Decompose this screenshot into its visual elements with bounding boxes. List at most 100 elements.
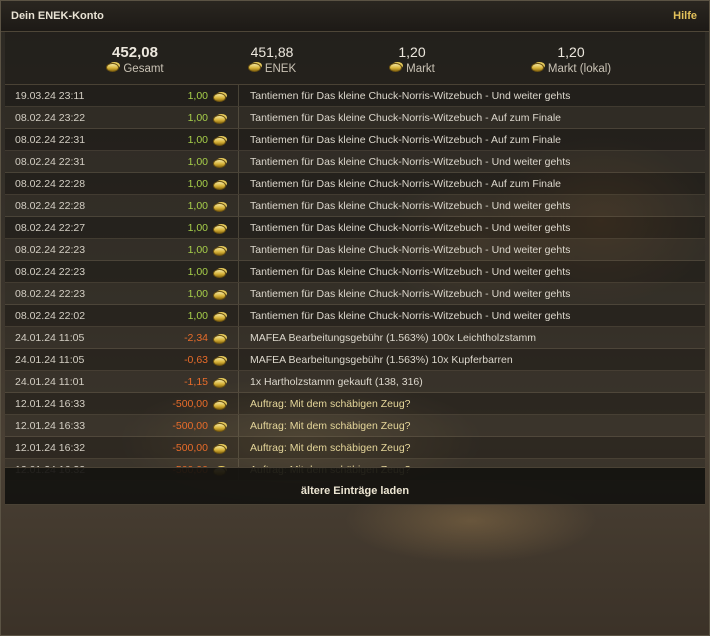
transaction-row: 24.01.24 11:05 -0,63 MAFEA Bearbeitungsgeb… <box>5 349 705 371</box>
transaction-row: 08.02.24 22:23 1,00 Tantiemen für Das klei… <box>5 239 705 261</box>
column-divider <box>238 107 239 128</box>
coin-icon-wrap <box>213 222 230 240</box>
transaction-row: 12.01.24 16:32 -500,00 Auftrag: Mit dem sc… <box>5 437 705 459</box>
transaction-date: 08.02.24 22:23 <box>15 244 86 256</box>
summary-total-label: Gesamt <box>123 63 164 75</box>
transaction-date: 24.01.24 11:05 <box>15 354 85 366</box>
transaction-description: Tantiemen für Das kleine Chuck-Norris-Wi… <box>250 222 571 234</box>
transaction-date: 08.02.24 22:28 <box>15 200 86 212</box>
transaction-date: 08.02.24 22:23 <box>15 288 86 300</box>
column-divider <box>238 85 239 106</box>
transaction-date: 12.01.24 16:33 <box>15 420 86 432</box>
coin-icon <box>213 335 226 345</box>
coin-icon-wrap <box>213 266 230 284</box>
transaction-row: 08.02.24 22:27 1,00 Tantiemen für Das klei… <box>5 217 705 239</box>
transaction-date: 12.01.24 16:33 <box>15 398 86 410</box>
coin-icon <box>213 423 226 433</box>
transaction-amount: 1,00 <box>187 112 208 124</box>
transaction-description: Tantiemen für Das kleine Chuck-Norris-Wi… <box>250 288 571 300</box>
load-older-entries-label: ältere Einträge laden <box>300 485 410 497</box>
transaction-description: Auftrag: Mit dem schäbigen Zeug? <box>250 398 411 410</box>
transaction-description: Tantiemen für Das kleine Chuck-Norris-Wi… <box>250 156 571 168</box>
transaction-amount: -2,34 <box>184 332 208 344</box>
transaction-amount: 1,00 <box>187 90 208 102</box>
transaction-description: MAFEA Bearbeitungsgebühr (1.563%) 10x Ku… <box>250 354 513 366</box>
coin-icon <box>530 63 544 73</box>
coin-icon <box>389 63 403 73</box>
transaction-row: 08.02.24 22:23 1,00 Tantiemen für Das klei… <box>5 283 705 305</box>
transaction-description: Tantiemen für Das kleine Chuck-Norris-Wi… <box>250 134 562 146</box>
column-divider <box>238 261 239 282</box>
column-divider <box>238 239 239 260</box>
coin-icon <box>213 137 226 147</box>
transaction-row: 08.02.24 22:28 1,00 Tantiemen für Das klei… <box>5 173 705 195</box>
transaction-list: 19.03.24 23:11 1,00 Tantiemen für Das klei… <box>5 85 705 481</box>
transaction-amount: 1,00 <box>187 178 208 190</box>
coin-icon-wrap <box>213 244 230 262</box>
transaction-row: 24.01.24 11:01 -1,15 1x Hartholzstamm geka… <box>5 371 705 393</box>
summary-market-local-value: 1,20 <box>557 44 585 60</box>
coin-icon-wrap <box>213 376 230 394</box>
coin-icon <box>213 445 226 455</box>
load-older-entries-button[interactable]: ältere Einträge laden <box>5 467 705 505</box>
transaction-date: 12.01.24 16:32 <box>15 442 86 454</box>
coin-icon <box>213 313 226 323</box>
column-divider <box>238 283 239 304</box>
summary-market-label: Markt <box>406 63 435 75</box>
transaction-amount: -500,00 <box>172 398 208 410</box>
transaction-row: 08.02.24 22:28 1,00 Tantiemen für Das klei… <box>5 195 705 217</box>
transaction-description: Tantiemen für Das kleine Chuck-Norris-Wi… <box>250 178 562 190</box>
coin-icon-wrap <box>213 332 230 350</box>
transaction-date: 08.02.24 22:27 <box>15 222 86 234</box>
column-divider <box>238 151 239 172</box>
column-divider <box>238 305 239 326</box>
coin-icon-wrap <box>213 288 230 306</box>
column-divider <box>238 217 239 238</box>
transaction-amount: 1,00 <box>187 134 208 146</box>
transaction-row: 08.02.24 22:23 1,00 Tantiemen für Das klei… <box>5 261 705 283</box>
transaction-row: 08.02.24 22:02 1,00 Tantiemen für Das klei… <box>5 305 705 327</box>
coin-icon-wrap <box>213 156 230 174</box>
transaction-amount: 1,00 <box>187 244 208 256</box>
coin-icon <box>106 63 120 73</box>
coin-icon <box>213 181 226 191</box>
help-link[interactable]: Hilfe <box>673 10 697 22</box>
column-divider <box>238 393 239 414</box>
transaction-row: 08.02.24 22:31 1,00 Tantiemen für Das klei… <box>5 151 705 173</box>
transaction-description: 1x Hartholzstamm gekauft (138, 316) <box>250 376 423 388</box>
transaction-row: 24.01.24 11:05 -2,34 MAFEA Bearbeitungsgeb… <box>5 327 705 349</box>
coin-icon-wrap <box>213 112 230 130</box>
transaction-row: 12.01.24 16:33 -500,00 Auftrag: Mit dem sc… <box>5 393 705 415</box>
transaction-row: 19.03.24 23:11 1,00 Tantiemen für Das klei… <box>5 85 705 107</box>
summary-enek-label: ENEK <box>264 63 297 75</box>
transaction-amount: -1,15 <box>184 376 208 388</box>
coin-icon <box>213 159 226 169</box>
transaction-description: MAFEA Bearbeitungsgebühr (1.563%) 100x L… <box>250 332 536 344</box>
transaction-description: Tantiemen für Das kleine Chuck-Norris-Wi… <box>250 244 571 256</box>
transaction-date: 19.03.24 23:11 <box>15 90 85 102</box>
window-header: Dein ENEK-Konto Hilfe <box>1 1 709 32</box>
coin-icon <box>213 357 226 367</box>
column-divider <box>238 327 239 348</box>
coin-icon <box>213 269 226 279</box>
coin-icon-wrap <box>213 442 230 460</box>
coin-icon <box>213 203 226 213</box>
transaction-description: Auftrag: Mit dem schäbigen Zeug? <box>250 442 411 454</box>
summary-market-local: 1,20 Markt (lokal) <box>486 32 656 84</box>
transaction-amount: 1,00 <box>187 222 208 234</box>
coin-icon <box>213 225 226 235</box>
column-divider <box>238 371 239 392</box>
coin-icon-wrap <box>213 420 230 438</box>
transaction-date: 08.02.24 22:02 <box>15 310 86 322</box>
transaction-row: 12.01.24 16:33 -500,00 Auftrag: Mit dem sc… <box>5 415 705 437</box>
transaction-description: Tantiemen für Das kleine Chuck-Norris-Wi… <box>250 112 562 124</box>
summary-market-local-label: Markt (lokal) <box>547 63 612 75</box>
transaction-amount: 1,00 <box>187 156 208 168</box>
column-divider <box>238 415 239 436</box>
transaction-amount: -0,63 <box>184 354 208 366</box>
transaction-amount: 1,00 <box>187 310 208 322</box>
transaction-row: 08.02.24 22:31 1,00 Tantiemen für Das klei… <box>5 129 705 151</box>
coin-icon-wrap <box>213 200 230 218</box>
column-divider <box>238 129 239 150</box>
coin-icon <box>247 63 261 73</box>
